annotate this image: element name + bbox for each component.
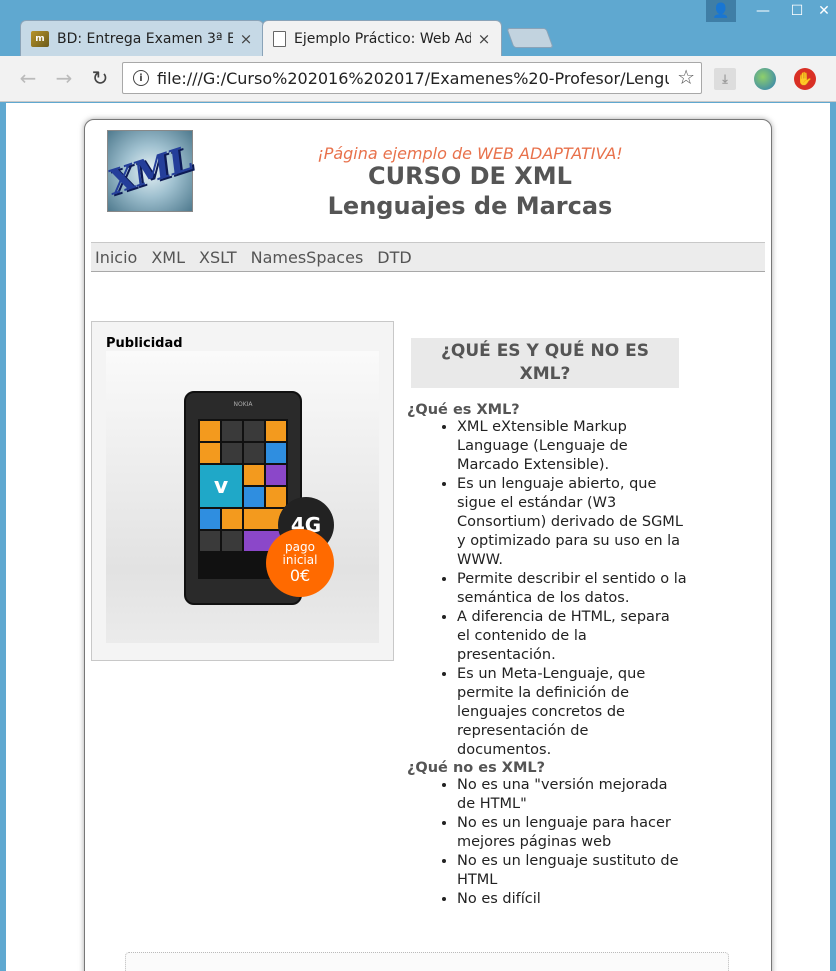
new-tab-button[interactable]: [506, 28, 554, 48]
minimize-icon[interactable]: —: [752, 0, 774, 22]
list-item: Es un Meta-Lenguaje, que permite la defi…: [457, 665, 687, 760]
phone-ad-image[interactable]: NOKIA v 4G pago inicial 0€: [106, 351, 379, 643]
reload-icon[interactable]: ↻: [86, 64, 114, 92]
maximize-icon[interactable]: ☐: [784, 0, 810, 22]
logo-text: XML: [103, 138, 197, 204]
address-url[interactable]: file:///G:/Curso%202016%202017/Examenes%…: [157, 69, 669, 88]
globe-extension-icon[interactable]: [754, 68, 776, 90]
address-bar[interactable]: i file:///G:/Curso%202016%202017/Examene…: [122, 62, 702, 94]
price-badge: pago inicial 0€: [266, 529, 334, 597]
list-item: XML eXtensible Markup Language (Lenguaje…: [457, 418, 687, 475]
que-no-es-list: No es una "versión mejorada de HTML" No …: [407, 776, 687, 909]
list-item: Permite describir el sentido o la semánt…: [457, 570, 687, 608]
content-title: ¿QUÉ ES Y QUÉ NO ES XML?: [411, 338, 679, 388]
page-tagline: ¡Página ejemplo de WEB ADAPTATIVA!: [317, 144, 623, 163]
xml-course-icon: m: [31, 30, 49, 47]
page-subtitle: Lenguajes de Marcas: [327, 192, 613, 220]
footer-box: [125, 952, 729, 971]
menu-item-inicio[interactable]: Inicio: [95, 248, 137, 267]
window-border-right: [830, 103, 836, 971]
list-item: No es una "versión mejorada de HTML": [457, 776, 687, 814]
back-arrow-icon[interactable]: ←: [14, 64, 42, 92]
info-icon[interactable]: i: [133, 70, 149, 86]
menu-item-dtd[interactable]: DTD: [377, 248, 411, 267]
main-content: ¿QUÉ ES Y QUÉ NO ES XML? ¿Qué es XML? XM…: [407, 338, 687, 909]
list-item: No es un lenguaje para hacer mejores pág…: [457, 814, 687, 852]
user-profile-icon[interactable]: 👤: [706, 0, 736, 22]
document-icon: [273, 30, 286, 47]
xml-logo: XML: [103, 130, 197, 212]
forward-arrow-icon[interactable]: →: [50, 64, 78, 92]
page-viewport: XML ¡Página ejemplo de WEB ADAPTATIVA! C…: [6, 103, 830, 971]
browser-toolbar: ← → ↻ i file:///G:/Curso%202016%202017/E…: [0, 56, 836, 102]
tab-bd-entrega[interactable]: m BD: Entrega Examen 3ª E ×: [20, 20, 264, 56]
que-es-list: XML eXtensible Markup Language (Lenguaje…: [407, 418, 687, 760]
section-heading-que-no-es: ¿Qué no es XML?: [407, 760, 546, 776]
adblock-extension-icon[interactable]: ✋: [794, 68, 816, 90]
close-icon[interactable]: ×: [239, 30, 253, 48]
page-title: CURSO DE XML: [368, 162, 572, 190]
section-heading-que-es: ¿Qué es XML?: [407, 402, 520, 418]
list-item: A diferencia de HTML, separa el contenid…: [457, 608, 687, 665]
list-item: Es un lenguaje abierto, que sigue el est…: [457, 475, 687, 570]
tab-ejemplo-practico[interactable]: Ejemplo Práctico: Web Ad ×: [262, 20, 502, 56]
tab-title: Ejemplo Práctico: Web Ad: [294, 30, 471, 47]
main-menu: Inicio XML XSLT NamesSpaces DTD: [91, 242, 765, 272]
page-container: XML ¡Página ejemplo de WEB ADAPTATIVA! C…: [84, 119, 772, 971]
menu-item-namesspaces[interactable]: NamesSpaces: [251, 248, 364, 267]
price-line1: pago: [285, 540, 315, 554]
advertising-panel: Publicidad NOKIA v 4G pago inicial 0€: [91, 321, 394, 661]
bookmark-star-icon[interactable]: ☆: [677, 65, 695, 89]
list-item: No es difícil: [457, 890, 687, 909]
close-icon[interactable]: ×: [477, 30, 491, 48]
tab-title: BD: Entrega Examen 3ª E: [57, 30, 233, 47]
list-item: No es un lenguaje sustituto de HTML: [457, 852, 687, 890]
window-close-icon[interactable]: ✕: [812, 0, 836, 22]
pdf-extension-icon[interactable]: ⤓: [714, 68, 736, 90]
price-line2: inicial: [282, 553, 318, 567]
price-value: 0€: [289, 566, 311, 585]
menu-item-xslt[interactable]: XSLT: [199, 248, 237, 267]
ad-label: Publicidad: [106, 336, 183, 351]
menu-item-xml[interactable]: XML: [151, 248, 185, 267]
phone-brand: NOKIA: [233, 401, 253, 408]
window-titlebar: m BD: Entrega Examen 3ª E × Ejemplo Prác…: [0, 0, 836, 56]
